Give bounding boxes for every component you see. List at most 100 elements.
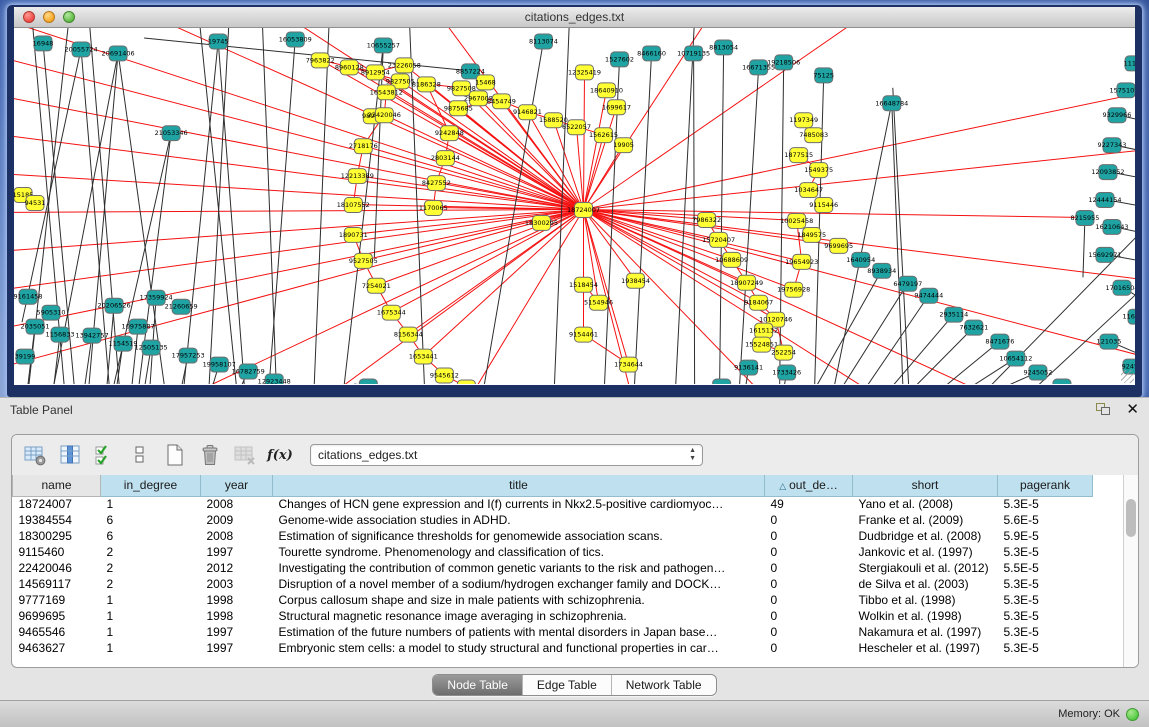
network-node[interactable]: 9329966: [1103, 108, 1132, 123]
network-view[interactable]: 1694820055724206914061974516053809106552…: [14, 28, 1135, 384]
network-node[interactable]: 1640954: [846, 252, 875, 267]
vertical-scrollbar[interactable]: [1123, 475, 1138, 668]
table-cell[interactable]: 5.5E-5: [998, 560, 1093, 576]
network-node[interactable]: 9875685: [444, 101, 473, 116]
table-cell[interactable]: Investigating the contribution of common…: [273, 560, 765, 576]
network-node[interactable]: 11174: [1124, 56, 1135, 71]
column-header-name[interactable]: name: [13, 475, 101, 496]
table-cell[interactable]: Structural magnetic resonance image aver…: [273, 608, 765, 624]
table-cell[interactable]: 0: [765, 528, 853, 544]
table-row[interactable]: 977716911998Corpus callosum shape and si…: [13, 592, 1093, 608]
table-cell[interactable]: 1997: [201, 544, 273, 560]
column-header-in_degree[interactable]: in_degree: [101, 475, 201, 496]
table-cell[interactable]: Stergiakouli et al. (2012): [853, 560, 998, 576]
network-node[interactable]: 7485083: [799, 128, 828, 143]
table-cell[interactable]: 9777169: [13, 592, 101, 608]
network-node[interactable]: 16210643: [1095, 219, 1128, 234]
network-node[interactable]: 23226058: [388, 58, 421, 73]
table-cell[interactable]: 1997: [201, 624, 273, 640]
network-node[interactable]: 5905310: [37, 305, 66, 320]
table-cell[interactable]: 0: [765, 544, 853, 560]
table-cell[interactable]: 5.3E-5: [998, 624, 1093, 640]
table-cell[interactable]: de Silva et al. (2003): [853, 576, 998, 592]
network-node[interactable]: 17957253: [172, 348, 205, 363]
table-cell[interactable]: 18724007: [13, 496, 101, 512]
function-fx-icon[interactable]: f(x): [267, 442, 293, 468]
table-cell[interactable]: 9115460: [13, 544, 101, 560]
network-node[interactable]: 10655257: [367, 38, 400, 53]
window-titlebar[interactable]: citations_edges.txt: [14, 7, 1135, 28]
network-node[interactable]: 9227343: [1098, 138, 1127, 153]
table-cell[interactable]: 1998: [201, 592, 273, 608]
tab-edge-table[interactable]: Edge Table: [523, 675, 612, 695]
network-node[interactable]: 20055724: [65, 42, 98, 57]
network-node[interactable]: 15720407: [702, 232, 735, 247]
network-node[interactable]: 1877515: [784, 148, 813, 163]
zoom-window-icon[interactable]: [63, 11, 75, 23]
network-node[interactable]: 8471676: [985, 334, 1014, 349]
table-cell[interactable]: Embryonic stem cells: a model to study s…: [273, 640, 765, 656]
network-node[interactable]: 9184067: [744, 295, 773, 310]
network-node[interactable]: 8186328: [412, 77, 441, 92]
table-cell[interactable]: 2008: [201, 496, 273, 512]
network-node[interactable]: 9474444: [914, 288, 943, 303]
network-node[interactable]: 9115446: [809, 198, 838, 213]
table-cell[interactable]: 9463627: [13, 640, 101, 656]
network-node[interactable]: 39199: [15, 349, 36, 364]
table-cell[interactable]: Yano et al. (2008): [853, 496, 998, 512]
table-cell[interactable]: 0: [765, 640, 853, 656]
network-node[interactable]: 15692971: [1088, 247, 1121, 262]
network-node[interactable]: 10975887: [122, 319, 155, 334]
network-node[interactable]: 6479197: [893, 276, 922, 291]
network-node[interactable]: 12325419: [568, 65, 601, 80]
table-row[interactable]: 1872400712008Changes of HCN gene express…: [13, 496, 1093, 512]
table-row[interactable]: 946362711997Embryonic stem cells: a mode…: [13, 640, 1093, 656]
tab-node-table[interactable]: Node Table: [433, 675, 523, 695]
table-cell[interactable]: Estimation of significance thresholds fo…: [273, 528, 765, 544]
network-node[interactable]: 13942757: [76, 328, 109, 343]
network-node[interactable]: 19654923: [785, 254, 818, 269]
network-node[interactable]: 1675344: [377, 305, 406, 320]
network-node[interactable]: 8813054: [709, 40, 738, 55]
table-cell[interactable]: Genome-wide association studies in ADHD.: [273, 512, 765, 528]
network-node[interactable]: 19905: [613, 138, 634, 153]
network-node[interactable]: 10654112: [999, 351, 1032, 366]
table-cell[interactable]: 5.3E-5: [998, 640, 1093, 656]
table-cell[interactable]: Changes of HCN gene expression and I(f) …: [273, 496, 765, 512]
network-node[interactable]: 924501: [1050, 379, 1075, 384]
table-cell[interactable]: Tourette syndrome. Phenomenology and cla…: [273, 544, 765, 560]
table-cell[interactable]: Nakamura et al. (1997): [853, 624, 998, 640]
table-cell[interactable]: Franke et al. (2009): [853, 512, 998, 528]
table-cell[interactable]: Estimation of the future numbers of pati…: [273, 624, 765, 640]
table-cell[interactable]: 1: [101, 496, 201, 512]
network-node[interactable]: 1549375: [804, 163, 833, 178]
table-row[interactable]: 2242004622012Investigating the contribut…: [13, 560, 1093, 576]
table-cell[interactable]: Dudbridge et al. (2008): [853, 528, 998, 544]
table-cell[interactable]: 5.3E-5: [998, 496, 1093, 512]
table-row[interactable]: 1456911722003Disruption of a novel membe…: [13, 576, 1093, 592]
scrollbar-thumb[interactable]: [1126, 499, 1136, 537]
network-node[interactable]: 16648784: [875, 96, 908, 111]
minimize-window-icon[interactable]: [43, 11, 55, 23]
table-cell[interactable]: Tibbo et al. (1998): [853, 592, 998, 608]
resize-grip[interactable]: [1121, 370, 1134, 383]
table-row[interactable]: 1830029562008Estimation of significance …: [13, 528, 1093, 544]
table-cell[interactable]: 5.6E-5: [998, 512, 1093, 528]
network-node[interactable]: 963544: [709, 379, 734, 384]
table-cell[interactable]: 5.3E-5: [998, 608, 1093, 624]
network-node[interactable]: 5239639: [354, 379, 383, 384]
network-node[interactable]: 121035: [1097, 334, 1122, 349]
table-cell[interactable]: Hescheler et al. (1997): [853, 640, 998, 656]
network-node[interactable]: 2803144: [431, 151, 460, 166]
table-cell[interactable]: 14569117: [13, 576, 101, 592]
table-cell[interactable]: 1: [101, 624, 201, 640]
table-cell[interactable]: 19384554: [13, 512, 101, 528]
table-cell[interactable]: 0: [765, 592, 853, 608]
table-row[interactable]: 946554611997Estimation of the future num…: [13, 624, 1093, 640]
table-row[interactable]: 969969511998Structural magnetic resonanc…: [13, 608, 1093, 624]
table-cell[interactable]: 1: [101, 640, 201, 656]
show-rows-icon[interactable]: [127, 442, 153, 468]
table-cell[interactable]: 0: [765, 576, 853, 592]
network-node[interactable]: 16948: [33, 36, 54, 51]
table-cell[interactable]: 2012: [201, 560, 273, 576]
